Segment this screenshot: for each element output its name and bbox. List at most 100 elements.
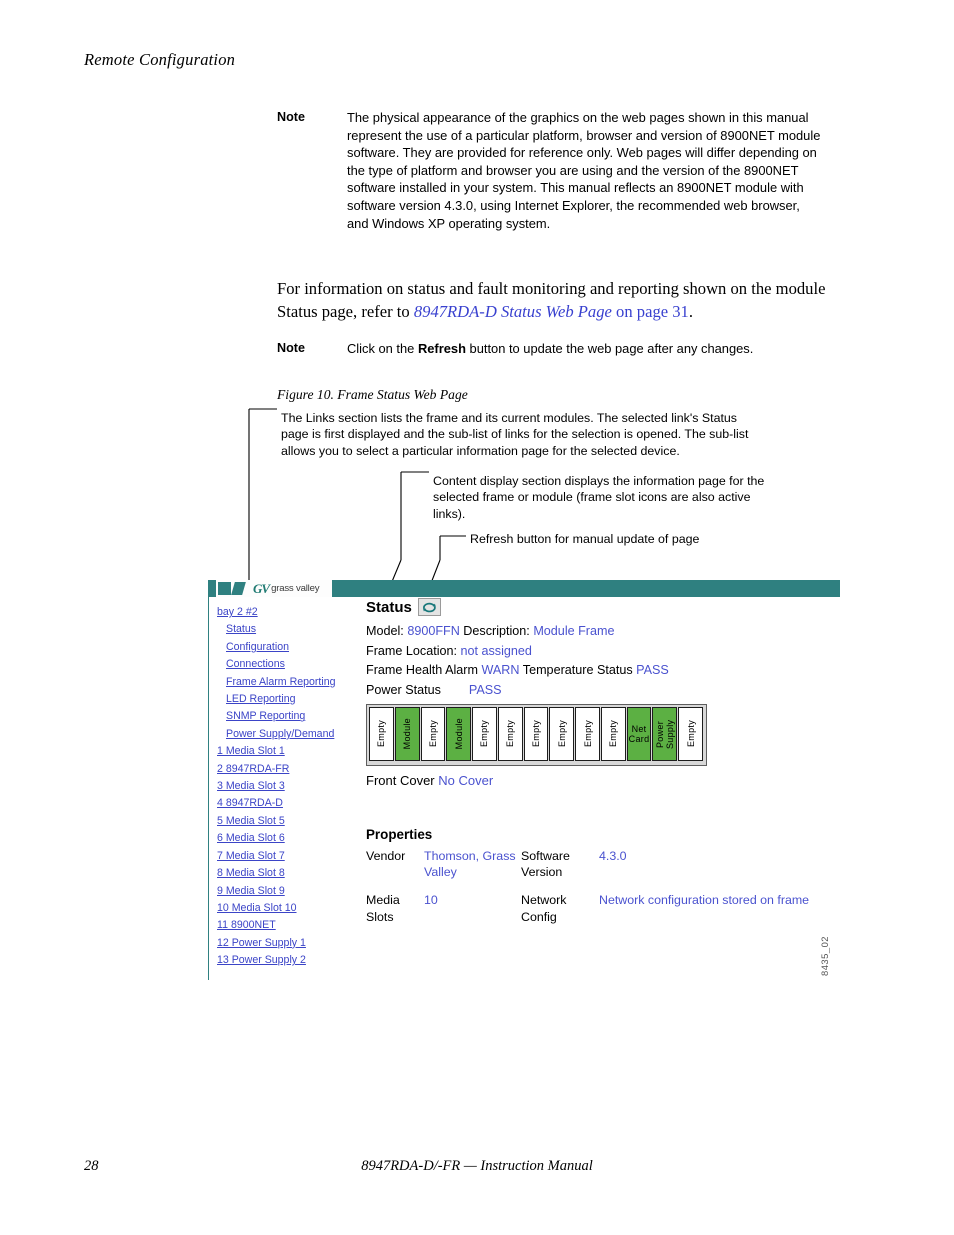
sidebar-link-slot-2[interactable]: 2 8947RDA-FR bbox=[209, 761, 358, 778]
sidebar-link-slot-11[interactable]: 11 8900NET bbox=[209, 917, 358, 934]
property-key: Media Slots bbox=[366, 893, 400, 924]
front-cover-label: Front Cover bbox=[366, 773, 439, 788]
sidebar-link-frame-alarm-reporting[interactable]: Frame Alarm Reporting bbox=[209, 674, 358, 691]
frame-slot-strip: Empty Module Empty Module Empty Empty Em… bbox=[366, 704, 707, 766]
sidebar-link-slot-7[interactable]: 7 Media Slot 7 bbox=[209, 848, 358, 865]
frame-location-value[interactable]: not assigned bbox=[461, 644, 532, 658]
links-sidebar: bay 2 #2 Status Configuration Connection… bbox=[208, 597, 358, 980]
note2-bold-refresh: Refresh bbox=[417, 341, 466, 356]
logo-square-2 bbox=[231, 582, 246, 595]
frame-slot[interactable]: Empty bbox=[600, 707, 626, 761]
sidebar-link-led-reporting[interactable]: LED Reporting bbox=[209, 691, 358, 708]
logo-wordmark: grass valley bbox=[271, 583, 320, 594]
frame-health-alarm-label: Frame Health Alarm bbox=[366, 663, 482, 677]
status-model-line: Model: 8900FFN Description: Module Frame bbox=[366, 622, 840, 642]
property-key: Vendor bbox=[366, 849, 406, 863]
sidebar-link-slot-10[interactable]: 10 Media Slot 10 bbox=[209, 900, 358, 917]
power-status-label: Power Status bbox=[366, 682, 469, 697]
property-key: Network Config bbox=[521, 893, 567, 924]
callout-refresh-button: Refresh button for manual update of page bbox=[470, 532, 700, 546]
front-cover-line: Front Cover No Cover bbox=[366, 773, 840, 788]
sidebar-link-status[interactable]: Status bbox=[209, 621, 358, 638]
frame-slot[interactable]: Empty bbox=[369, 707, 394, 761]
document-page: Remote Configuration Note The physical a… bbox=[0, 0, 954, 1235]
description-value[interactable]: Module Frame bbox=[533, 624, 614, 638]
power-status-value[interactable]: PASS bbox=[469, 683, 502, 697]
temperature-status-label: Temperature Status bbox=[519, 663, 637, 677]
description-label: Description: bbox=[459, 624, 534, 638]
frame-slot[interactable]: Empty bbox=[420, 707, 446, 761]
frame-slot-label: Module bbox=[402, 718, 413, 750]
frame-slot-net-card[interactable]: Net Card bbox=[626, 707, 652, 761]
sidebar-link-connections[interactable]: Connections bbox=[209, 656, 358, 673]
frame-slot[interactable]: Empty bbox=[678, 707, 703, 761]
figure-caption: Figure 10. Frame Status Web Page bbox=[277, 387, 468, 402]
note2-post: button to update the web page after any … bbox=[465, 341, 754, 356]
figure-id-number: 8435_02 bbox=[819, 936, 830, 976]
status-power-line: Power Status PASS bbox=[366, 681, 840, 701]
callout-content-display: Content display section displays the inf… bbox=[433, 474, 765, 521]
sidebar-link[interactable]: bay 2 #2 bbox=[209, 604, 358, 621]
frame-health-alarm-value[interactable]: WARN bbox=[481, 663, 519, 677]
sidebar-link-slot-3[interactable]: 3 Media Slot 3 bbox=[209, 778, 358, 795]
frame-slot-label: Empty bbox=[376, 720, 387, 748]
logo-square-3 bbox=[332, 580, 344, 597]
note-body-2: Click on the Refresh button to update th… bbox=[347, 340, 847, 358]
frame-location-label: Frame Location: bbox=[366, 643, 461, 658]
frame-slot[interactable]: Module bbox=[446, 707, 472, 761]
frame-slot-label: Empty bbox=[505, 720, 516, 748]
sidebar-link-slot-6[interactable]: 6 Media Slot 6 bbox=[209, 830, 358, 847]
sidebar-link-power-supply-demand[interactable]: Power Supply/Demand bbox=[209, 726, 358, 743]
sidebar-link-slot-9[interactable]: 9 Media Slot 9 bbox=[209, 883, 358, 900]
table-row: Vendor Thomson, Grass Valley Software Ve… bbox=[366, 848, 809, 892]
refresh-arrows-glyph bbox=[422, 602, 436, 612]
frame-slot-label: Empty bbox=[556, 720, 567, 748]
frame-slot[interactable]: Empty bbox=[497, 707, 523, 761]
frame-slot[interactable]: Empty bbox=[575, 707, 600, 761]
properties-table: Vendor Thomson, Grass Valley Software Ve… bbox=[366, 848, 809, 937]
frame-slot-label: Net Card bbox=[628, 724, 650, 744]
table-row: Media Slots 10 Network Config Network co… bbox=[366, 892, 809, 936]
sidebar-link-slot-13[interactable]: 13 Power Supply 2 bbox=[209, 952, 358, 969]
frame-slot-label: Empty bbox=[685, 720, 696, 748]
frame-slot-power-supply[interactable]: Power Supply bbox=[652, 707, 678, 761]
refresh-icon[interactable] bbox=[417, 598, 441, 616]
property-value: 10 bbox=[424, 893, 438, 908]
properties-heading: Properties bbox=[366, 827, 433, 842]
frame-slot-label: Empty bbox=[427, 720, 438, 748]
sidebar-link-slot-8[interactable]: 8 Media Slot 8 bbox=[209, 865, 358, 882]
frame-slot[interactable]: Empty bbox=[472, 707, 497, 761]
model-label: Model: bbox=[366, 624, 408, 638]
temperature-status-value[interactable]: PASS bbox=[636, 663, 669, 677]
cross-reference-link[interactable]: 8947RDA-D Status Web Page bbox=[414, 302, 612, 321]
frame-slot[interactable]: Module bbox=[394, 707, 420, 761]
frame-slot-label: Empty bbox=[530, 720, 541, 748]
logo-square-1 bbox=[218, 582, 231, 595]
sidebar-link-slot-1[interactable]: 1 Media Slot 1 bbox=[209, 743, 358, 760]
status-heading-row: Status bbox=[366, 598, 840, 616]
paragraph-period: . bbox=[688, 301, 694, 321]
frame-status-web-page-screenshot: GV grass valley bay 2 #2 Status Configur… bbox=[208, 580, 840, 980]
property-value: 4.3.0 bbox=[599, 849, 627, 863]
sidebar-link-slot-12[interactable]: 12 Power Supply 1 bbox=[209, 935, 358, 952]
grass-valley-logo: GV grass valley bbox=[216, 580, 344, 597]
callout-links-section: The Links section lists the frame and it… bbox=[281, 411, 749, 458]
frame-slot-label: Module bbox=[453, 718, 464, 750]
model-value[interactable]: 8900FFN bbox=[407, 624, 460, 638]
property-value: Thomson, Grass Valley bbox=[424, 849, 516, 880]
sidebar-link-snmp-reporting[interactable]: SNMP Reporting bbox=[209, 708, 358, 725]
sidebar-link-slot-4[interactable]: 4 8947RDA-D bbox=[209, 795, 358, 812]
frame-slot-label: Empty bbox=[479, 720, 490, 748]
status-health-line: Frame Health Alarm WARN Temperature Stat… bbox=[366, 661, 840, 681]
cross-reference-page[interactable]: on page 31 bbox=[612, 302, 689, 321]
front-cover-value[interactable]: No Cover bbox=[438, 773, 493, 788]
property-key: Software Version bbox=[521, 849, 570, 880]
sidebar-link-slot-5[interactable]: 5 Media Slot 5 bbox=[209, 813, 358, 830]
frame-slot[interactable]: Empty bbox=[549, 707, 575, 761]
frame-slot[interactable]: Empty bbox=[523, 707, 549, 761]
footer-title: 8947RDA-D/-FR — Instruction Manual bbox=[361, 1158, 593, 1174]
logo-gv-mark: GV bbox=[253, 580, 270, 596]
sidebar-link-configuration[interactable]: Configuration bbox=[209, 639, 358, 656]
status-heading: Status bbox=[366, 598, 412, 616]
content-display-section: Status Model: 8900FFN Description: Modul… bbox=[366, 598, 840, 937]
